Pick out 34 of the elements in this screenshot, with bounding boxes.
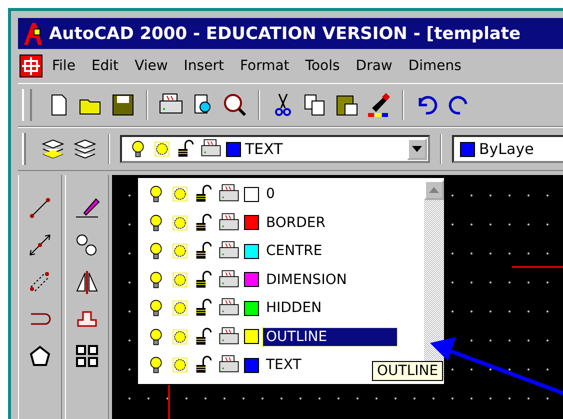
spell-check-icon[interactable] [222, 92, 248, 118]
tooltip: OUTLINE [372, 361, 444, 381]
layer-item[interactable]: CENTRE [263, 242, 326, 260]
mirror-icon[interactable] [74, 269, 100, 295]
layer-item[interactable]: HIDDEN [263, 299, 325, 318]
menu-item[interactable]: File [44, 58, 84, 74]
layer-item[interactable]: BORDER [263, 214, 328, 232]
menu-item[interactable]: Draw [348, 58, 400, 74]
document-icon[interactable] [18, 53, 44, 79]
menu-item[interactable]: Dimens [400, 58, 470, 74]
line-icon[interactable] [27, 195, 53, 221]
array-icon[interactable] [74, 343, 100, 369]
polygon-icon[interactable] [27, 343, 53, 369]
color-dropdown[interactable]: ByLaye [452, 135, 563, 163]
layer-item[interactable]: DIMENSION [263, 270, 350, 289]
layer-dropdown[interactable]: TEXT [120, 135, 430, 163]
toolbar-grip[interactable] [22, 89, 32, 121]
dropdown-arrow-icon [412, 146, 422, 152]
toolbar-grip[interactable] [22, 133, 26, 165]
layer-item[interactable]: TEXT [263, 356, 304, 374]
menu-item[interactable]: Insert [176, 58, 232, 74]
layer-item[interactable]: 0 [263, 185, 278, 204]
menu-item[interactable]: Edit [83, 58, 127, 74]
menu-item[interactable]: View [126, 58, 176, 74]
menu-item[interactable]: Format [232, 58, 298, 74]
color-swatch [460, 142, 475, 156]
layer-item[interactable]: OUTLINE [263, 328, 397, 346]
menu-item[interactable]: Tools [297, 58, 348, 74]
window-title: AutoCAD 2000 - EDUCATION VERSION - [template [49, 24, 521, 44]
paintbrush-icon[interactable] [366, 92, 392, 118]
construction-line-icon[interactable] [27, 232, 53, 258]
save-icon[interactable] [110, 92, 136, 118]
drawn-line [512, 266, 563, 268]
scroll-up-icon [429, 187, 439, 193]
